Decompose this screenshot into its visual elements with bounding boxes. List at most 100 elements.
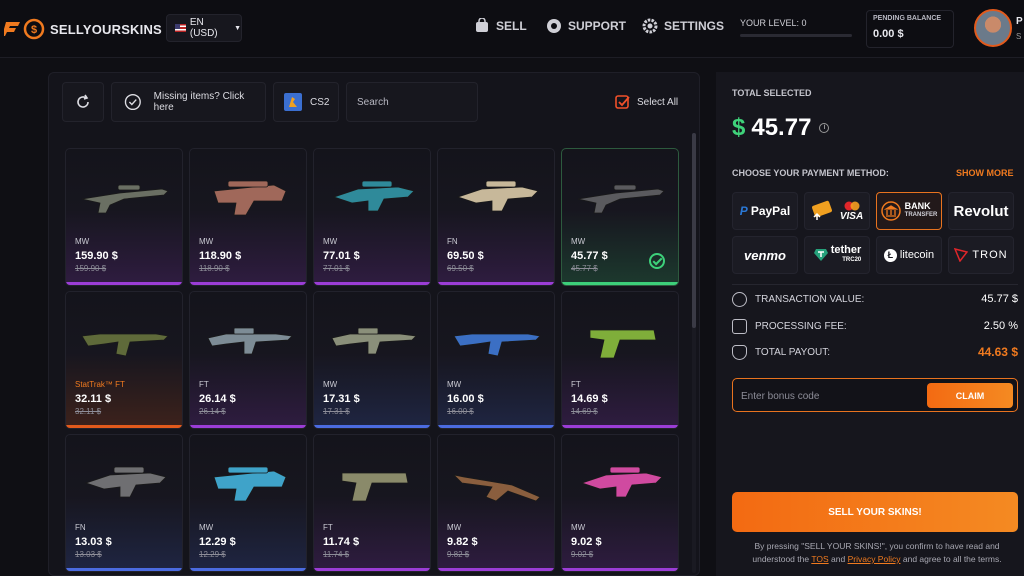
paypal-label: PayPal — [750, 204, 791, 218]
item-card[interactable]: FT 26.14 $ 26.14 $ — [189, 291, 307, 429]
item-original-price: 159.90 $ — [75, 264, 107, 273]
transaction-value-row: TRANSACTION VALUE: 45.77 $ — [732, 291, 1018, 307]
rarity-stripe — [66, 282, 182, 285]
search-field[interactable]: Search — [346, 82, 478, 122]
info-icon[interactable]: i — [819, 123, 830, 133]
missing-items-button[interactable]: Missing items? Click here — [111, 82, 266, 122]
item-wear: MW — [571, 237, 586, 246]
item-card[interactable]: MW 118.90 $ 118.90 $ — [189, 148, 307, 286]
item-card[interactable]: MW 77.01 $ 77.01 $ — [313, 148, 431, 286]
item-price: 45.77 $ — [571, 250, 608, 262]
item-card[interactable]: MW 9.02 $ 9.02 $ — [561, 434, 679, 572]
game-select[interactable]: CS2 — [273, 82, 339, 122]
payment-method-title: CHOOSE YOUR PAYMENT METHOD: — [732, 168, 889, 178]
item-price: 12.29 $ — [199, 536, 236, 548]
payment-card[interactable]: VISA — [804, 192, 870, 230]
item-price: 118.90 $ — [199, 250, 242, 262]
item-price: 32.11 $ — [75, 393, 112, 405]
item-card[interactable]: MW 159.90 $ 159.90 $ — [65, 148, 183, 286]
rarity-stripe — [438, 568, 554, 571]
item-card[interactable]: FN 13.03 $ 13.03 $ — [65, 434, 183, 572]
total-payout-label: TOTAL PAYOUT: — [755, 346, 831, 358]
item-original-price: 9.02 $ — [571, 550, 594, 559]
processing-fee-row: PROCESSING FEE: 2.50 % — [732, 318, 1018, 334]
nav-settings-label: SETTINGS — [664, 19, 725, 33]
logo-text: SELLYOURSKINS — [50, 22, 162, 37]
item-wear: MW — [75, 237, 90, 246]
user-subtitle: S — [1016, 32, 1022, 41]
rarity-stripe — [66, 425, 182, 428]
payment-venmo[interactable]: venmo — [732, 236, 798, 274]
rarity-stripe — [314, 282, 430, 285]
item-wear: MW — [323, 237, 338, 246]
language-select[interactable]: EN (USD) ▼ — [166, 14, 242, 42]
payment-litecoin[interactable]: Ł litecoin — [876, 236, 942, 274]
item-original-price: 45.77 $ — [571, 264, 598, 273]
scrollbar-thumb[interactable] — [692, 133, 696, 328]
tether-network-label: TRC20 — [842, 257, 862, 263]
item-wear: FN — [75, 523, 86, 532]
check-circle-icon — [732, 291, 747, 307]
total-amount: 45.77 — [751, 114, 812, 141]
item-card[interactable]: FT 11.74 $ 11.74 $ — [313, 434, 431, 572]
privacy-policy-link[interactable]: Privacy Policy — [848, 554, 901, 564]
language-label: EN (USD) — [189, 17, 218, 39]
avatar[interactable] — [974, 9, 1012, 47]
item-wear: StatTrak™ FT — [75, 380, 125, 389]
tos-link[interactable]: TOS — [811, 554, 828, 564]
rarity-stripe — [562, 282, 678, 285]
bonus-code-input[interactable] — [741, 387, 921, 405]
nav-support[interactable]: SUPPORT — [546, 18, 626, 34]
weapon-skin-image — [577, 184, 665, 214]
rarity-stripe — [66, 568, 182, 571]
refresh-button[interactable] — [62, 82, 104, 122]
total-selected-label: TOTAL SELECTED — [732, 88, 812, 98]
revolut-label: Revolut — [953, 202, 1009, 220]
rarity-stripe — [314, 425, 430, 428]
weapon-skin-image — [81, 184, 169, 214]
item-price: 69.50 $ — [447, 250, 484, 262]
weapon-skin-image — [332, 180, 415, 212]
payment-tron[interactable]: TRON — [948, 236, 1014, 274]
item-original-price: 9.82 $ — [447, 550, 470, 559]
logo[interactable]: $ SELLYOURSKINS — [4, 18, 162, 40]
cs2-icon — [284, 93, 302, 111]
item-original-price: 77.01 $ — [323, 264, 350, 273]
rarity-stripe — [438, 425, 554, 428]
item-card[interactable]: FN 69.50 $ 69.50 $ — [437, 148, 555, 286]
weapon-skin-image — [213, 180, 287, 216]
payment-revolut[interactable]: Revolut — [948, 192, 1014, 230]
item-card[interactable]: MW 9.82 $ 9.82 $ — [437, 434, 555, 572]
nav-settings[interactable]: SETTINGS — [642, 18, 724, 34]
lifebuoy-icon — [547, 19, 561, 33]
item-price: 159.90 $ — [75, 250, 118, 262]
item-card[interactable]: MW 12.29 $ 12.29 $ — [189, 434, 307, 572]
rarity-stripe — [190, 568, 306, 571]
item-card[interactable]: FT 14.69 $ 14.69 $ — [561, 291, 679, 429]
item-price: 13.03 $ — [75, 536, 112, 548]
weapon-skin-image — [81, 333, 169, 357]
claim-button[interactable]: CLAIM — [927, 383, 1013, 408]
legal-text-2: and agree to all the terms. — [902, 554, 1002, 564]
processing-fee-value: 2.50 % — [983, 320, 1018, 332]
item-card[interactable]: MW 17.31 $ 17.31 $ — [313, 291, 431, 429]
item-card[interactable]: MW 16.00 $ 16.00 $ — [437, 291, 555, 429]
divider — [732, 284, 1018, 285]
paypal-icon: P — [739, 204, 748, 218]
search-placeholder: Search — [357, 96, 389, 108]
show-more-link[interactable]: SHOW MORE — [956, 168, 1014, 178]
us-flag-icon — [175, 24, 186, 32]
weapon-skin-image — [331, 327, 417, 355]
sell-skins-button[interactable]: SELL YOUR SKINS! — [732, 492, 1018, 532]
svg-text:$: $ — [31, 24, 37, 36]
item-card[interactable]: MW 45.77 $ 45.77 $ — [561, 148, 679, 286]
item-original-price: 26.14 $ — [199, 407, 226, 416]
select-all-button[interactable]: Select All — [607, 82, 683, 122]
item-price: 9.82 $ — [447, 536, 478, 548]
item-card[interactable]: StatTrak™ FT 32.11 $ 32.11 $ — [65, 291, 183, 429]
payment-bank-transfer[interactable]: BANK TRANSFER — [876, 192, 942, 230]
payment-tether[interactable]: tether TRC20 — [804, 236, 870, 274]
username[interactable]: P — [1016, 16, 1023, 27]
payment-paypal[interactable]: P PayPal — [732, 192, 798, 230]
nav-sell[interactable]: SELL — [474, 18, 527, 34]
